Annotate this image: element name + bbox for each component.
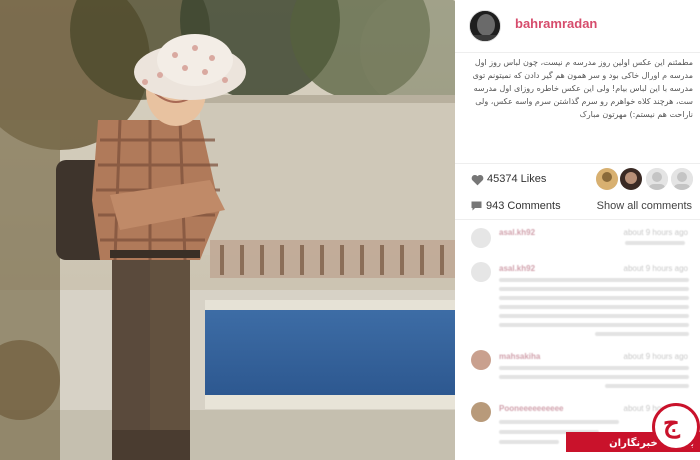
likes-row: 45374 Likes (455, 165, 700, 195)
comment-text (499, 287, 689, 291)
comments-count[interactable]: 943 Comments (486, 200, 561, 212)
comment-text (499, 440, 559, 444)
post-photo[interactable] (0, 0, 455, 460)
comment-text (595, 332, 689, 336)
liker-avatar[interactable] (646, 168, 668, 190)
comment-item: asal.kh92 about 9 hours ago (455, 262, 700, 347)
likes-count[interactable]: 45374 Likes (487, 173, 546, 185)
comment-text (499, 366, 689, 370)
commenter-username[interactable]: Pooneeeeeeeeee (499, 404, 564, 413)
comment-time: about 9 hours ago (623, 352, 689, 361)
comment-text (499, 375, 689, 379)
comment-item: asal.kh92 about 9 hours ago (455, 224, 700, 254)
commenter-username[interactable]: asal.kh92 (499, 228, 535, 237)
comment-time: about 9 hours ago (623, 228, 689, 237)
divider (455, 219, 700, 220)
commenter-username[interactable]: mahsakiha (499, 352, 540, 361)
comment-text (499, 314, 689, 318)
liker-avatar[interactable] (620, 168, 642, 190)
comment-text (625, 241, 685, 245)
watermark-glyph: ج (663, 409, 680, 439)
comment-icon[interactable] (471, 201, 482, 211)
comment-text (499, 323, 689, 327)
watermark-logo: باشگاه خبرنگاران ج (566, 395, 700, 460)
liker-avatar[interactable] (596, 168, 618, 190)
instagram-post-viewer: bahramradan مطمئنم این عکس اولین روز مدر… (0, 0, 700, 460)
photo-illustration (0, 0, 455, 460)
post-info-panel: bahramradan مطمئنم این عکس اولین روز مدر… (455, 0, 700, 460)
comment-text (605, 384, 689, 388)
commenter-avatar[interactable] (471, 228, 491, 248)
show-all-comments-link[interactable]: Show all comments (597, 200, 692, 212)
liker-avatar[interactable] (671, 168, 693, 190)
post-header: bahramradan (455, 0, 700, 52)
author-username[interactable]: bahramradan (515, 16, 597, 31)
comment-text (499, 296, 689, 300)
comment-time: about 9 hours ago (623, 264, 689, 273)
commenter-avatar[interactable] (471, 350, 491, 370)
divider (455, 163, 700, 164)
comment-item: mahsakiha about 9 hours ago (455, 350, 700, 395)
author-avatar[interactable] (469, 10, 501, 42)
heart-icon[interactable] (471, 174, 484, 186)
commenter-username[interactable]: asal.kh92 (499, 264, 535, 273)
divider (455, 52, 700, 53)
comment-text (499, 305, 689, 309)
commenter-avatar[interactable] (471, 402, 491, 422)
comment-text (499, 278, 689, 282)
comments-row: 943 Comments Show all comments (455, 197, 700, 217)
commenter-avatar[interactable] (471, 262, 491, 282)
post-caption: مطمئنم این عکس اولین روز مدرسه م نیست، چ… (472, 58, 693, 119)
